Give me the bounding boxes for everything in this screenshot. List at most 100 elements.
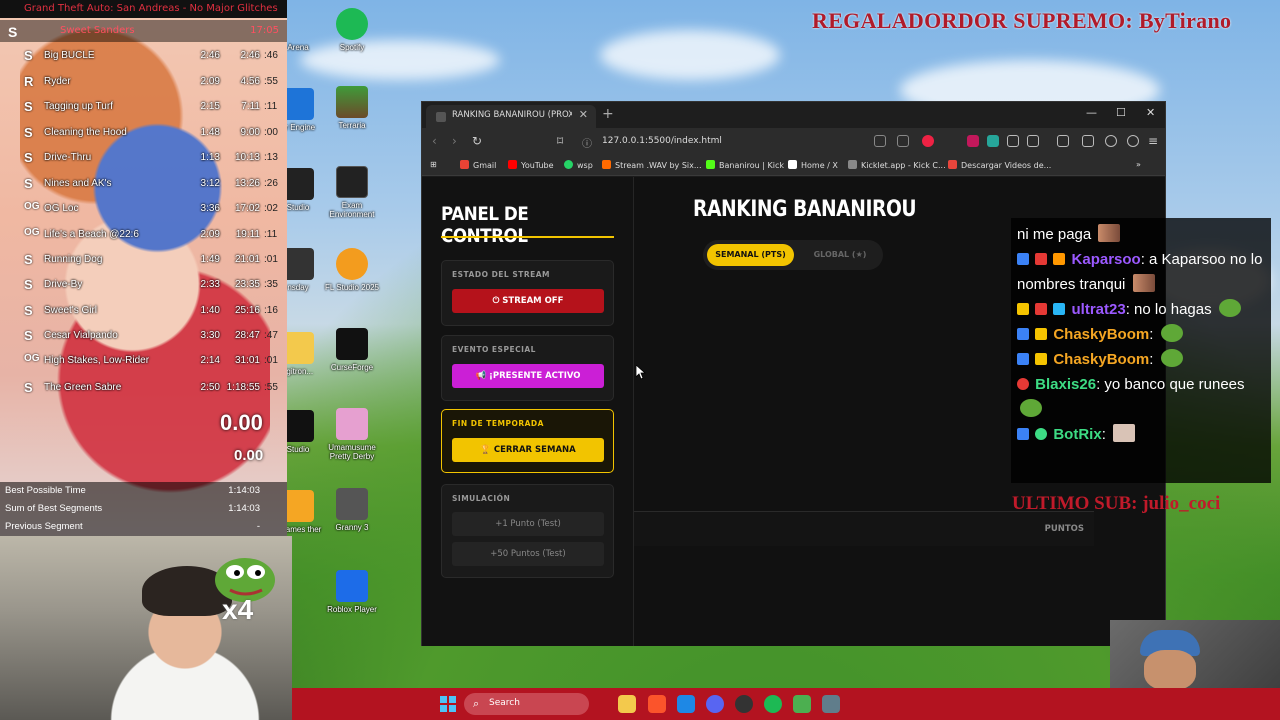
x-icon [788,160,797,169]
bookmark-descargar[interactable]: Descargar Videos de... [948,160,1051,170]
tab-bar: RANKING BANANIROU (PROXY ✕ + — ☐ ✕ [422,102,1165,128]
split-total-time: 1:18:55 [226,382,260,393]
taskbar-search[interactable]: ⌕ Search [464,693,589,715]
badge-icon [1035,303,1048,315]
split-row: S Running Dog 1:49 21:01 :01 [0,249,287,274]
descargar-icon [948,160,957,169]
pepe-emote-icon [1218,299,1241,317]
forward-icon[interactable]: › [452,134,457,148]
chat-username: ultrat23 [1071,301,1126,318]
split-extra: :55 [264,76,278,87]
url-field[interactable]: ⓘ 127.0.0.1:5500/index.html [572,132,902,152]
split-extra: :26 [264,178,278,189]
stream-wav-icon [602,160,611,169]
pepe-emote-icon [1160,349,1183,367]
split-icon: OG [24,201,40,212]
add-1-point-button[interactable]: +1 Punto (Test) [452,512,604,536]
split-name: Cleaning the Hood [44,127,127,138]
split-extra: :13 [264,152,278,163]
emote-icon [1132,274,1155,292]
desktop-icon-roblox[interactable]: Roblox Player [320,570,384,615]
bookmark-x[interactable]: Home / X [788,160,838,170]
bookmark-kick[interactable]: Bananirou | Kick [706,160,784,170]
bookmark-stream-wav[interactable]: Stream .WAV by Six... [602,160,702,170]
split-segment-time: 3:30 [200,330,220,341]
bookmark-kicklet[interactable]: Kicklet.app - Kick C... [848,160,946,170]
mouse-cursor-icon [636,365,646,380]
stream-off-button[interactable]: ⏻ STREAM OFF [452,289,604,313]
chat-message: BotRix: [1017,422,1265,447]
extension-icon[interactable] [987,135,999,147]
menu-icon[interactable]: ≡ [1148,134,1158,148]
wallet-icon[interactable] [1082,135,1094,147]
cloud [600,30,780,80]
minimize-icon[interactable]: — [1086,106,1097,119]
split-extra: :46 [264,50,278,61]
split-icon: S [24,176,33,191]
maximize-icon[interactable]: ☐ [1116,106,1126,119]
split-icon: S [24,125,33,140]
panel-title-underline [441,236,614,238]
new-tab-icon[interactable]: + [602,106,614,122]
roblox-icon [336,570,368,602]
split-total-time: 9:00 [240,127,260,138]
extension-icon[interactable] [967,135,979,147]
more-bookmarks-icon[interactable]: » [1136,160,1141,169]
card-header: EVENTO ESPECIAL [452,345,536,354]
split-icon: S [24,328,33,343]
app-taskbar-icon[interactable] [822,695,840,713]
split-icon: S [24,99,33,114]
splits-runner-time: 17:05 [250,25,279,36]
split-extra: :02 [264,203,278,214]
tab-global[interactable]: GLOBAL (★) [801,244,879,266]
add-50-points-button[interactable]: +50 Puntos (Test) [452,542,604,566]
app-taskbar-icon[interactable] [793,695,811,713]
back-icon[interactable]: ‹ [432,134,437,148]
split-segment-time: 2:14 [200,355,220,366]
badge-icon [1017,328,1029,340]
address-bar: ‹ › ↻ ⌑ ⓘ 127.0.0.1:5500/index.html ≡ [422,128,1165,156]
extension-icon[interactable] [1027,135,1039,147]
speedrun-splits-panel: Grand Theft Auto: San Andreas - No Major… [0,0,287,536]
apps-icon[interactable]: ⊞ [430,160,437,169]
windows-start-icon[interactable] [440,696,456,712]
card-header: FIN DE TEMPORADA [452,419,544,428]
regalador-overlay-text: REGALADORDOR SUPREMO: ByTirano [812,8,1232,33]
sidebar-icon[interactable] [1057,135,1069,147]
reload-icon[interactable]: ↻ [472,134,482,148]
vpn-icon[interactable] [1127,135,1139,147]
share-icon[interactable] [897,135,909,147]
bookmark-icon[interactable]: ⌑ [557,134,563,148]
cerrar-semana-button[interactable]: 🏆 CERRAR SEMANA [452,438,604,462]
split-total-time: 28:47 [234,330,260,341]
split-row: OG OG Loc 3:36 17:02 :02 [0,198,287,223]
extensions-icon[interactable] [1007,135,1019,147]
bookmark-label: wsp [577,161,593,170]
leo-icon[interactable] [1105,135,1117,147]
brave-browser-icon[interactable] [648,695,666,713]
split-extra: :11 [264,229,278,240]
button-label: CERRAR SEMANA [493,445,576,455]
bookmark-wsp[interactable]: wsp [564,160,593,170]
file-explorer-icon[interactable] [618,695,636,713]
tab-semanal[interactable]: SEMANAL (PTS) [707,244,794,266]
split-icon: OG [24,353,40,364]
close-window-icon[interactable]: ✕ [1146,106,1155,119]
bookmark-youtube[interactable]: YouTube [508,160,554,170]
stat-row: Previous Segment - [0,518,287,536]
split-icon: OG [24,227,40,238]
bookmark-gmail[interactable]: Gmail [460,160,496,170]
browser-tab[interactable]: RANKING BANANIROU (PROXY ✕ [426,105,596,128]
obs-icon[interactable] [735,695,753,713]
whatsapp-icon [564,160,573,169]
close-tab-icon[interactable]: ✕ [579,108,588,121]
spotify-taskbar-icon[interactable] [764,695,782,713]
split-segment-time: 1:49 [200,254,220,265]
discord-icon[interactable] [706,695,724,713]
badge-icon [1017,353,1029,365]
vscode-icon[interactable] [677,695,695,713]
presente-activo-button[interactable]: 📢 ¡PRESENTE ACTIVO [452,364,604,388]
badge-icon [1017,378,1029,390]
splits-runner-row: S Sweet Sanders 17:05 [0,20,287,42]
brave-shields-icon[interactable] [922,135,934,147]
